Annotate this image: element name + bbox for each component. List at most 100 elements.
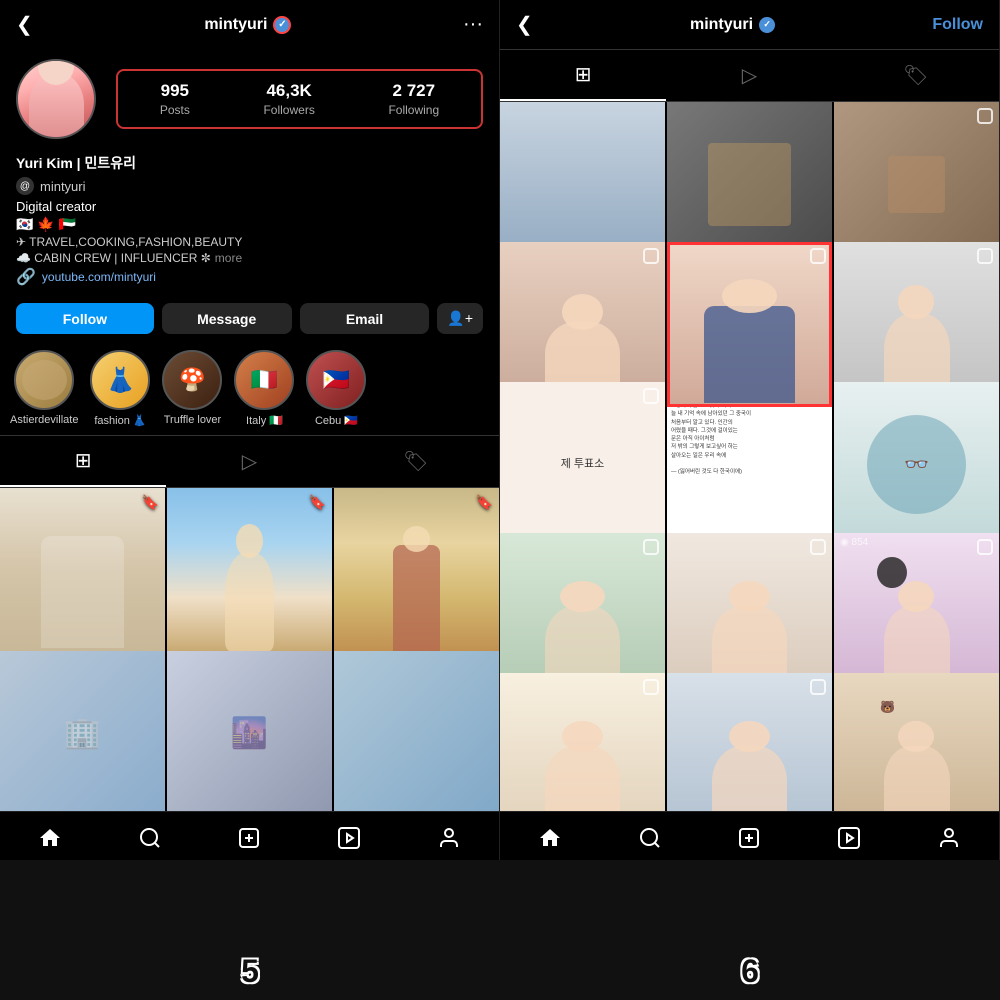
rgrid-cell-15[interactable]: 🐻 — [834, 673, 999, 811]
grid-cell-5[interactable]: 🌆 — [167, 651, 332, 812]
back-button-6[interactable]: ❮ — [516, 12, 533, 37]
grid-cell-6[interactable] — [334, 651, 499, 812]
avatar-container — [16, 59, 96, 139]
screen5-header: ❮ mintyuri ✓ ··· — [0, 0, 499, 49]
grid-cell-3[interactable]: 🔖 — [334, 488, 499, 653]
nav-search-6[interactable] — [600, 820, 700, 856]
nav-reels-5[interactable] — [299, 820, 399, 856]
rgrid-cell-13[interactable] — [500, 673, 665, 811]
checkbox-13 — [643, 679, 659, 695]
highlight-label-5: Cebu 🇵🇭 — [315, 414, 358, 427]
checkbox-3 — [977, 108, 993, 124]
nav-home-6[interactable] — [500, 820, 600, 856]
profile-tabs-6: ⊞ ▷ 🏷 — [500, 49, 999, 102]
add-user-button[interactable]: 👤+ — [437, 303, 483, 334]
checkbox-6 — [977, 248, 993, 264]
grid-cell-4[interactable]: 🏢 — [0, 651, 165, 812]
bottom-nav-6 — [500, 811, 999, 860]
bio-more-link[interactable]: more — [215, 251, 242, 265]
rgrid-cell-7[interactable]: 제 투표소 — [500, 382, 665, 547]
checkbox-11 — [810, 539, 826, 555]
checkbox-10 — [643, 539, 659, 555]
rgrid-cell-5-selected[interactable] — [667, 242, 832, 407]
action-buttons: Follow Message Email 👤+ — [0, 295, 499, 342]
highlights-row: Astierdevillate 👗 fashion 👗 🍄 Truffle lo… — [0, 342, 499, 435]
follow-button[interactable]: Follow — [16, 303, 154, 334]
tab-reels[interactable]: ▷ — [166, 436, 332, 487]
avatar[interactable] — [16, 59, 96, 139]
grid-cell-2[interactable]: 🔖 — [167, 488, 332, 653]
highlight-1[interactable]: Astierdevillate — [10, 350, 78, 427]
email-button[interactable]: Email — [300, 303, 430, 334]
tab-grid[interactable]: ⊞ — [0, 436, 166, 487]
tagged-tab-icon-6: 🏷 — [903, 63, 928, 88]
bio-username-row: @ mintyuri — [16, 177, 483, 195]
rgrid-cell-14[interactable] — [667, 673, 832, 811]
followers-stat[interactable]: 46,3K Followers — [263, 81, 314, 117]
tab-tagged-6[interactable]: 🏷 — [833, 50, 999, 101]
link-icon: 🔗 — [16, 267, 36, 287]
verified-badge-6: ✓ — [759, 17, 775, 33]
bookmark-icon-2: 🔖 — [309, 494, 326, 511]
following-stat[interactable]: 2 727 Following — [388, 81, 439, 117]
screen6-header: ❮ mintyuri ✓ Follow — [500, 0, 999, 49]
tab-grid-6[interactable]: ⊞ — [500, 50, 666, 101]
right-photo-grid: 🚗 — [500, 102, 999, 811]
following-label: Following — [388, 103, 439, 117]
reels-tab-icon: ▷ — [242, 449, 257, 474]
highlight-label-1: Astierdevillate — [10, 414, 78, 426]
bio-username: mintyuri — [40, 179, 86, 194]
nav-search-5[interactable] — [100, 820, 200, 856]
username-text-6: mintyuri — [690, 16, 753, 34]
bio-link-row: 🔗 youtube.com/mintyuri — [16, 267, 483, 287]
nav-add-6[interactable] — [700, 820, 800, 856]
highlight-circle-2: 👗 — [90, 350, 150, 410]
highlight-4[interactable]: 🇮🇹 Italy 🇮🇹 — [234, 350, 294, 427]
page-number-5: 5 — [241, 953, 259, 990]
follow-button-6[interactable]: Follow — [932, 16, 983, 34]
bio-cabin: ☁️ CABIN CREW | INFLUENCER ✼ — [16, 251, 211, 265]
back-button[interactable]: ❮ — [16, 12, 33, 37]
following-count: 2 727 — [393, 81, 436, 101]
tab-tagged[interactable]: 🏷 — [333, 436, 499, 487]
tab-reels-6[interactable]: ▷ — [666, 50, 832, 101]
highlight-3[interactable]: 🍄 Truffle lover — [162, 350, 222, 427]
profile-top-area: 995 Posts 46,3K Followers 2 727 Followin… — [0, 49, 499, 149]
posts-stat[interactable]: 995 Posts — [160, 81, 190, 117]
nav-home-5[interactable] — [0, 820, 100, 856]
header-username-area: mintyuri ✓ — [204, 16, 291, 34]
grid-tab-icon-6: ⊞ — [575, 62, 592, 87]
bio-cabin-row: ☁️ CABIN CREW | INFLUENCER ✼ more — [16, 251, 483, 265]
nav-profile-6[interactable] — [899, 820, 999, 856]
highlight-2[interactable]: 👗 fashion 👗 — [90, 350, 150, 427]
checkbox-5 — [810, 248, 826, 264]
posts-count: 995 — [161, 81, 189, 101]
avatar-image — [18, 61, 94, 137]
highlight-label-2: fashion 👗 — [94, 414, 146, 427]
message-button[interactable]: Message — [162, 303, 292, 334]
bio-name: Yuri Kim | 민트유리 — [16, 153, 483, 173]
reels-tab-icon-6: ▷ — [742, 63, 757, 88]
screen-6: ❮ mintyuri ✓ Follow ⊞ ▷ 🏷 🚗 — [500, 0, 1000, 860]
checkbox-12 — [977, 539, 993, 555]
verified-badge: ✓ — [273, 16, 291, 34]
highlight-circle-1 — [14, 350, 74, 410]
nav-reels-6[interactable] — [799, 820, 899, 856]
username-text: mintyuri — [204, 16, 267, 34]
bookmark-icon-3: 🔖 — [476, 494, 493, 511]
rgrid-cell-9[interactable]: 👓 — [834, 382, 999, 547]
screen-5: ❮ mintyuri ✓ ··· 995 — [0, 0, 500, 860]
followers-count: 46,3K — [266, 81, 311, 101]
bio-link[interactable]: youtube.com/mintyuri — [42, 270, 156, 284]
avatar-head — [38, 61, 74, 85]
grid-cell-1[interactable]: 🔖 — [0, 488, 165, 653]
threads-icon: @ — [16, 177, 34, 195]
nav-add-5[interactable] — [200, 820, 300, 856]
nav-profile-5[interactable] — [399, 820, 499, 856]
highlight-5[interactable]: 🇵🇭 Cebu 🇵🇭 — [306, 350, 366, 427]
more-options-button[interactable]: ··· — [463, 13, 483, 36]
text-content-cell: 사랑을 주기도 하면서 스스로에게주목을 꿈꾸며 수구로부터도망하지 않고 그것… — [671, 386, 828, 543]
highlight-circle-4: 🇮🇹 — [234, 350, 294, 410]
tagged-tab-icon: 🏷 — [403, 449, 428, 474]
followers-label: Followers — [263, 103, 314, 117]
